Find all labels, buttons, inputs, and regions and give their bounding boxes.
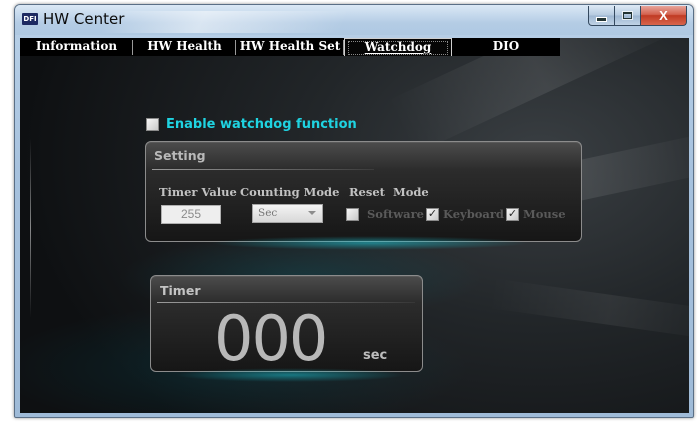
timer-panel-glow — [175, 368, 405, 382]
timer-value-input[interactable]: 255 — [161, 205, 221, 224]
title-bar[interactable]: DFI HW Center X — [15, 5, 693, 35]
setting-panel-title: Setting — [154, 148, 206, 163]
background-streak — [487, 278, 689, 342]
mouse-reset-checkbox[interactable]: ✓ — [505, 207, 519, 221]
minimize-button[interactable] — [588, 6, 615, 26]
title-bar-sheen — [99, 11, 351, 33]
counting-mode-select[interactable]: Sec — [252, 204, 323, 223]
window-controls: X — [588, 6, 687, 26]
tab-label: Information — [35, 39, 118, 53]
tab-dio[interactable]: DIO — [452, 38, 560, 56]
enable-watchdog-checkbox[interactable] — [146, 118, 159, 131]
setting-panel: Setting Timer Value Counting Mode Reset … — [145, 141, 582, 242]
keyboard-reset-checkbox[interactable]: ✓ — [425, 207, 439, 221]
maximize-button[interactable] — [615, 6, 641, 26]
close-icon: X — [659, 8, 668, 23]
tab-label: DIO — [492, 39, 520, 53]
timer-countdown-value: 000 — [214, 302, 328, 375]
tab-label: HW Health — [147, 39, 222, 53]
timer-panel: Timer 000 sec — [150, 275, 423, 375]
window-title: HW Center — [43, 10, 125, 28]
chevron-down-icon — [308, 211, 316, 215]
tab-bar: Information HW Health HW Health Set Watc… — [20, 38, 560, 56]
tab-watchdog[interactable]: Watchdog — [344, 38, 452, 56]
software-reset-label[interactable]: Software — [367, 207, 424, 221]
timer-unit-label: sec — [363, 348, 388, 363]
reset-mode-header: Reset Mode — [349, 185, 429, 199]
hw-center-window: DFI HW Center X Information HW Health HW… — [14, 4, 694, 418]
minimize-icon — [596, 17, 607, 22]
tab-label: HW Health Set — [239, 39, 341, 53]
setting-panel-divider — [152, 169, 374, 170]
maximize-icon — [623, 12, 632, 19]
close-button[interactable]: X — [641, 6, 687, 26]
checkmark-icon: ✓ — [507, 207, 518, 220]
tab-hw-health-set[interactable]: HW Health Set — [236, 38, 344, 56]
enable-watchdog-row[interactable]: Enable watchdog function — [146, 117, 357, 132]
setting-panel-glow — [210, 236, 530, 250]
counting-mode-value: Sec — [258, 207, 278, 219]
counting-mode-header: Counting Mode — [240, 185, 340, 199]
reset-mode-options: Software ✓ Keyboard ✓ Mouse — [346, 207, 568, 221]
keyboard-reset-label[interactable]: Keyboard — [443, 207, 504, 221]
mouse-reset-label[interactable]: Mouse — [523, 207, 566, 221]
timer-panel-title: Timer — [160, 283, 201, 298]
checkmark-icon: ✓ — [427, 207, 438, 220]
app-logo-icon: DFI — [22, 13, 38, 25]
timer-value-header: Timer Value — [159, 185, 237, 199]
tab-hw-health[interactable]: HW Health — [133, 38, 236, 56]
background-edge-line — [30, 138, 31, 318]
client-area: Information HW Health HW Health Set Watc… — [20, 38, 689, 413]
software-reset-checkbox[interactable] — [346, 207, 359, 221]
tab-focus-rect — [348, 41, 448, 55]
tab-information[interactable]: Information — [20, 38, 133, 56]
enable-watchdog-label[interactable]: Enable watchdog function — [166, 117, 357, 132]
